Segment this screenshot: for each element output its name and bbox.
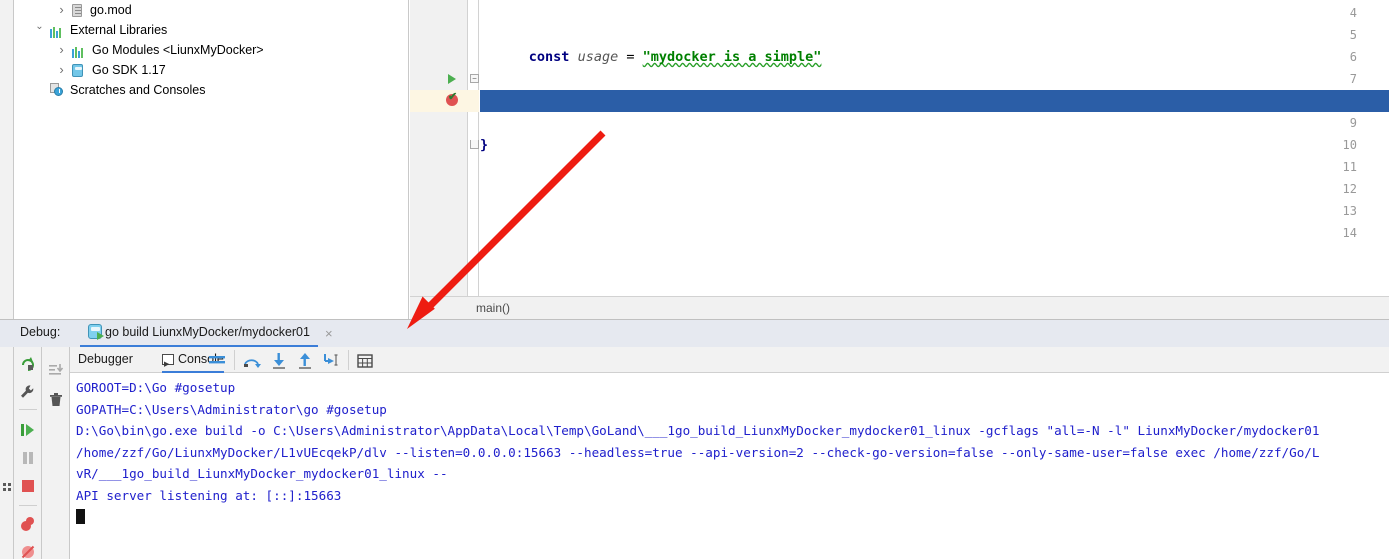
step-into-icon[interactable] <box>270 352 288 370</box>
console-actions-toolbar[interactable] <box>42 347 70 559</box>
keyword-const: const <box>529 49 570 65</box>
console-output[interactable]: GOROOT=D:\Go #gosetup GOPATH=C:\Users\Ad… <box>70 373 1389 559</box>
tree-item-label: Go SDK 1.17 <box>92 60 166 80</box>
code-line-7: func main() { <box>480 68 634 90</box>
chevron-right-icon[interactable] <box>56 60 67 80</box>
file-icon <box>72 0 88 20</box>
breadcrumb[interactable]: main() <box>410 296 1389 319</box>
code-line-10: } <box>480 134 488 156</box>
tree-item-label: External Libraries <box>70 20 167 40</box>
resume-icon[interactable] <box>19 421 37 439</box>
code-editor[interactable]: 4 5 6 7 8 9 10 11 12 13 14 − const usage… <box>410 0 1389 296</box>
editor-gutter[interactable] <box>410 0 468 296</box>
code-fold-collapse-icon[interactable]: − <box>470 74 479 83</box>
tree-item-go-sdk[interactable]: Go SDK 1.17 <box>14 60 408 80</box>
chevron-down-icon[interactable] <box>34 20 45 40</box>
tab-debugger-label: Debugger <box>78 352 133 366</box>
scratches-icon <box>50 80 66 100</box>
tab-debugger[interactable]: Debugger <box>78 347 133 373</box>
rerun-icon[interactable] <box>19 355 37 373</box>
goos-constant: GOOS <box>675 115 708 131</box>
debug-session-tab[interactable]: go build LiunxMyDocker/mydocker01 <box>80 319 318 347</box>
console-line: vR/___1go_build_LiunxMyDocker_mydocker01… <box>76 463 1389 485</box>
line-number: 9 <box>1335 112 1357 134</box>
console-line: GOROOT=D:\Go #gosetup <box>76 377 1389 399</box>
mute-breakpoints-icon[interactable] <box>19 543 37 559</box>
line-number: 6 <box>1335 46 1357 68</box>
console-line: /home/zzf/Go/LiunxMyDocker/L1vUEcqekP/dl… <box>76 442 1389 464</box>
console-caret-line <box>76 506 1389 528</box>
breakpoints-icon[interactable] <box>19 515 37 533</box>
run-gutter-icon[interactable] <box>448 74 456 84</box>
wrench-icon[interactable] <box>19 383 37 401</box>
line-number: 5 <box>1335 24 1357 46</box>
divider <box>234 350 235 370</box>
current-line-gutter-highlight <box>410 90 479 112</box>
trash-icon[interactable] <box>47 391 65 409</box>
console-line: D:\Go\bin\go.exe build -o C:\Users\Admin… <box>76 420 1389 442</box>
divider <box>19 505 37 506</box>
debug-panel-title: Debug: <box>20 325 60 339</box>
identifier-usage: usage <box>578 49 619 65</box>
tree-item-external-libraries[interactable]: External Libraries <box>14 20 408 40</box>
line-number: 7 <box>1335 68 1357 90</box>
divider <box>348 350 349 370</box>
sdk-icon <box>72 60 88 80</box>
code-line-8: print(runtime.GOOS) <box>480 90 716 112</box>
line-number: 13 <box>1335 200 1357 222</box>
library-bars-icon <box>72 40 88 60</box>
tree-item-go-modules[interactable]: Go Modules <LiunxMyDocker> <box>14 40 408 60</box>
console-icon <box>162 354 174 365</box>
chevron-right-icon[interactable] <box>56 0 67 20</box>
tree-item-label: Go Modules <LiunxMyDocker> <box>92 40 264 60</box>
debug-tool-window-body: Structure <box>0 347 1389 559</box>
tree-item-go-mod[interactable]: go.mod <box>14 0 408 20</box>
project-tree-panel[interactable]: go.mod External Libraries <box>14 0 409 319</box>
line-number: 14 <box>1335 222 1357 244</box>
line-number: 4 <box>1335 2 1357 24</box>
pause-icon[interactable] <box>19 449 37 467</box>
debug-actions-toolbar[interactable] <box>14 347 42 559</box>
tree-item-label: Scratches and Consoles <box>70 80 206 100</box>
line-number: 12 <box>1335 178 1357 200</box>
paren-close: ) <box>708 115 716 131</box>
breakpoint-verified-icon[interactable] <box>446 94 458 106</box>
console-tab-strip[interactable]: Debugger Console <box>70 347 1389 373</box>
soft-wrap-icon[interactable] <box>47 361 65 379</box>
soft-wrap-lines-icon[interactable] <box>208 352 226 370</box>
tree-item-label: go.mod <box>90 0 132 20</box>
text-caret <box>76 509 85 524</box>
structure-icon <box>3 483 12 492</box>
line-number: 10 <box>1335 134 1357 156</box>
goland-ide-window: go.mod External Libraries <box>0 0 1389 559</box>
library-bars-icon <box>50 20 66 40</box>
console-line: API server listening at: [::]:15663 <box>76 485 1389 507</box>
code-fold-end-icon[interactable] <box>470 140 479 149</box>
left-tool-rail-top <box>0 0 14 319</box>
step-out-icon[interactable] <box>296 352 314 370</box>
stop-icon[interactable] <box>19 477 37 495</box>
console-line: GOPATH=C:\Users\Administrator\go #gosetu… <box>76 399 1389 421</box>
code-line-5: const usage = "mydocker is a simple" <box>480 24 821 46</box>
print-call: print(runtime. <box>529 115 675 131</box>
divider <box>19 409 37 410</box>
line-number: 11 <box>1335 156 1357 178</box>
debug-session-tab-label: go build LiunxMyDocker/mydocker01 <box>105 325 310 339</box>
tree-item-scratches-and-consoles[interactable]: Scratches and Consoles <box>14 80 408 100</box>
close-icon[interactable]: × <box>325 326 333 341</box>
run-to-cursor-icon[interactable] <box>322 352 342 370</box>
string-literal: "mydocker is a simple" <box>643 49 822 65</box>
step-over-icon[interactable] <box>242 352 262 370</box>
left-tool-rail-bottom: Structure <box>0 347 14 559</box>
chevron-right-icon[interactable] <box>56 40 67 60</box>
evaluate-expression-icon[interactable] <box>356 352 374 370</box>
go-run-config-icon <box>88 324 102 339</box>
